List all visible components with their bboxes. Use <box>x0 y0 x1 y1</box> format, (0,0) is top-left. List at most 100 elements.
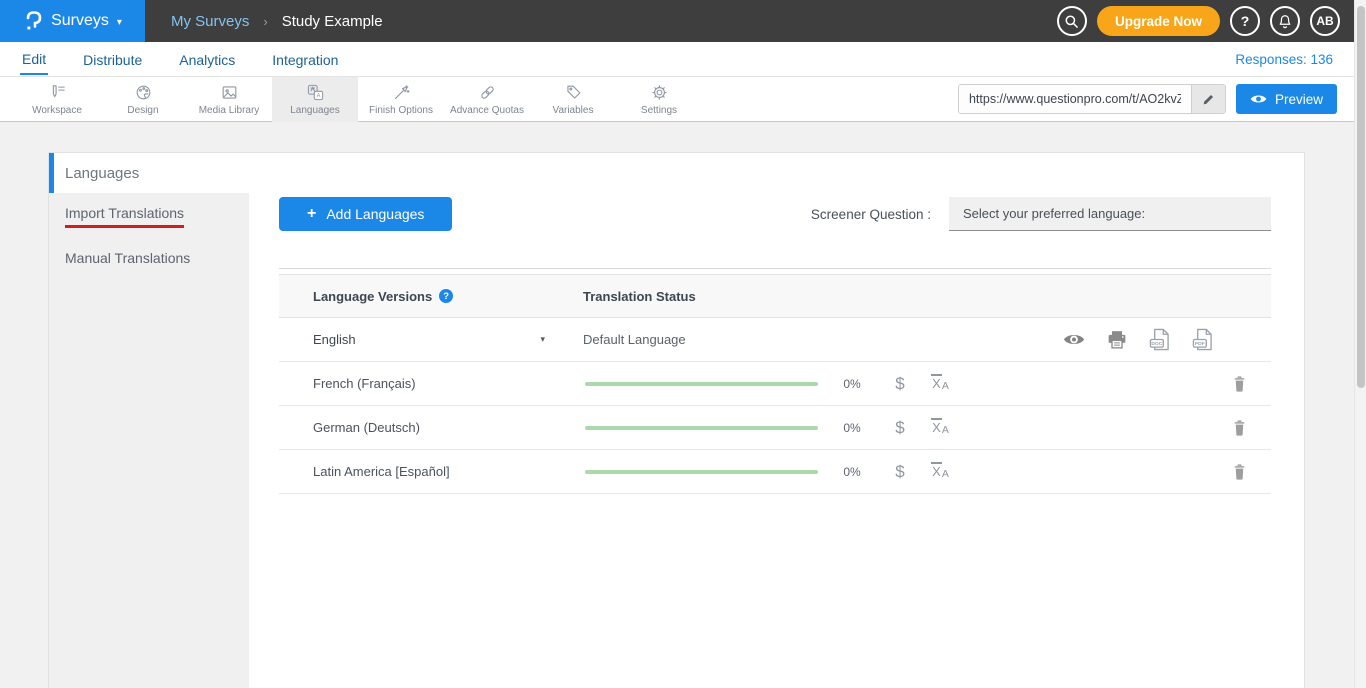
help-icon[interactable]: ? <box>439 289 453 303</box>
tab-edit[interactable]: Edit <box>20 44 48 75</box>
languages-table: Language Versions ? Translation Status E… <box>279 274 1271 494</box>
screener-question-select[interactable]: Select your preferred language: <box>949 197 1271 231</box>
questionpro-logo-icon <box>23 10 43 32</box>
bell-icon <box>1278 14 1292 29</box>
workspace-icon <box>48 83 67 102</box>
auto-translate-button[interactable]: XA <box>926 420 954 435</box>
breadcrumb-separator-icon: › <box>263 14 267 29</box>
preview-label: Preview <box>1275 92 1323 107</box>
tool-label: Variables <box>553 105 594 116</box>
avatar[interactable]: AB <box>1310 6 1340 36</box>
languages-pane: + Add Languages Screener Question : Sele… <box>249 193 1304 688</box>
app-window: Surveys ▾ My Surveys › Study Example Upg… <box>0 0 1366 688</box>
tool-workspace[interactable]: Workspace <box>14 77 100 122</box>
view-button[interactable] <box>1063 332 1085 347</box>
svg-text:A: A <box>316 93 320 99</box>
tool-advance-quotas[interactable]: Advance Quotas <box>444 77 530 122</box>
tool-label: Design <box>127 105 158 116</box>
auto-translate-button[interactable]: XA <box>926 464 954 479</box>
preview-button[interactable]: Preview <box>1236 84 1337 114</box>
column-translation-status: Translation Status <box>583 289 696 304</box>
tab-analytics[interactable]: Analytics <box>177 45 237 74</box>
translation-percent: 0% <box>832 421 872 435</box>
screener-question: Screener Question : Select your preferre… <box>811 197 1271 231</box>
search-icon <box>1064 14 1079 29</box>
plus-icon: + <box>307 205 316 223</box>
pencil-icon <box>1202 93 1215 106</box>
default-language-status: Default Language <box>583 332 686 347</box>
survey-nav: Edit Distribute Analytics Integration Re… <box>0 42 1366 77</box>
main-content: Languages Import Translations Manual Tra… <box>0 122 1366 688</box>
breadcrumb: My Surveys › Study Example <box>171 13 383 30</box>
scrollbar-track[interactable] <box>1354 0 1366 688</box>
product-switcher[interactable]: Surveys ▾ <box>0 0 145 42</box>
sidebar-item-label: Import Translations <box>65 205 184 228</box>
tab-integration[interactable]: Integration <box>270 45 340 74</box>
tool-label: Finish Options <box>369 105 433 116</box>
responses-count[interactable]: Responses: 136 <box>1235 52 1333 67</box>
delete-language-button[interactable] <box>1232 419 1247 437</box>
tab-distribute[interactable]: Distribute <box>81 45 144 74</box>
tool-finish-options[interactable]: Finish Options <box>358 77 444 122</box>
toolbar-items: Workspace Design <box>14 77 702 122</box>
breadcrumb-my-surveys[interactable]: My Surveys <box>171 13 249 30</box>
help-button[interactable]: ? <box>1230 6 1260 36</box>
auto-translate-button[interactable]: XA <box>926 376 954 391</box>
top-header: Surveys ▾ My Surveys › Study Example Upg… <box>0 0 1366 42</box>
export-doc-button[interactable]: DOC <box>1149 328 1170 351</box>
gear-icon <box>650 83 669 102</box>
column-language-versions: Language Versions ? <box>279 289 553 304</box>
notifications-button[interactable] <box>1270 6 1300 36</box>
table-row-language: French (Français) 0% $ XA <box>279 362 1271 406</box>
table-row-language: German (Deutsch) 0% $ XA <box>279 406 1271 450</box>
sidebar-item-import-translations[interactable]: Import Translations <box>49 193 249 238</box>
translate-icon: A <box>306 83 325 102</box>
tool-settings[interactable]: Settings <box>616 77 702 122</box>
tool-label: Workspace <box>32 105 82 116</box>
translation-progress-bar <box>585 426 818 430</box>
translation-percent: 0% <box>832 465 872 479</box>
palette-icon <box>134 83 153 102</box>
brand-label: Surveys <box>51 12 109 30</box>
tool-languages[interactable]: A Languages <box>272 77 358 122</box>
tool-design[interactable]: Design <box>100 77 186 122</box>
search-button[interactable] <box>1057 6 1087 36</box>
svg-text:PDF: PDF <box>1195 341 1205 347</box>
paid-translation-button[interactable]: $ <box>888 418 912 438</box>
paid-translation-button[interactable]: $ <box>888 462 912 482</box>
add-languages-button[interactable]: + Add Languages <box>279 197 452 231</box>
sidebar-item-label: Manual Translations <box>65 250 190 266</box>
tool-variables[interactable]: Variables <box>530 77 616 122</box>
magic-wand-icon <box>392 83 411 102</box>
language-name: German (Deutsch) <box>279 420 553 435</box>
export-pdf-button[interactable]: PDF <box>1192 328 1213 351</box>
edit-toolbar: Workspace Design <box>0 77 1366 122</box>
actions-row: + Add Languages Screener Question : Sele… <box>279 197 1271 231</box>
panel-title-row: Languages <box>49 153 1304 193</box>
section-divider <box>279 268 1271 269</box>
language-name: French (Français) <box>279 376 553 391</box>
tool-label: Advance Quotas <box>450 105 524 116</box>
delete-language-button[interactable] <box>1232 463 1247 481</box>
print-button[interactable] <box>1107 330 1127 349</box>
panel-title: Languages <box>65 165 139 182</box>
default-language-name: English <box>313 332 356 347</box>
default-language-dropdown[interactable]: English ▾ <box>279 332 553 347</box>
breadcrumb-current: Study Example <box>282 13 383 30</box>
survey-url-input[interactable] <box>959 85 1191 113</box>
chevron-down-icon: ▾ <box>540 334 545 345</box>
question-mark-icon: ? <box>1241 13 1250 29</box>
edit-url-button[interactable] <box>1191 85 1225 113</box>
delete-language-button[interactable] <box>1232 375 1247 393</box>
scrollbar-thumb[interactable] <box>1357 6 1365 388</box>
trash-icon <box>1232 375 1247 393</box>
sidebar-item-manual-translations[interactable]: Manual Translations <box>49 238 249 276</box>
upgrade-button[interactable]: Upgrade Now <box>1097 6 1220 36</box>
language-name: Latin America [Español] <box>279 464 553 479</box>
tool-media-library[interactable]: Media Library <box>186 77 272 122</box>
translation-progress-bar <box>585 470 818 474</box>
paid-translation-button[interactable]: $ <box>888 374 912 394</box>
doc-file-icon: DOC <box>1149 328 1170 351</box>
tool-label: Settings <box>641 105 677 116</box>
translation-percent: 0% <box>832 377 872 391</box>
